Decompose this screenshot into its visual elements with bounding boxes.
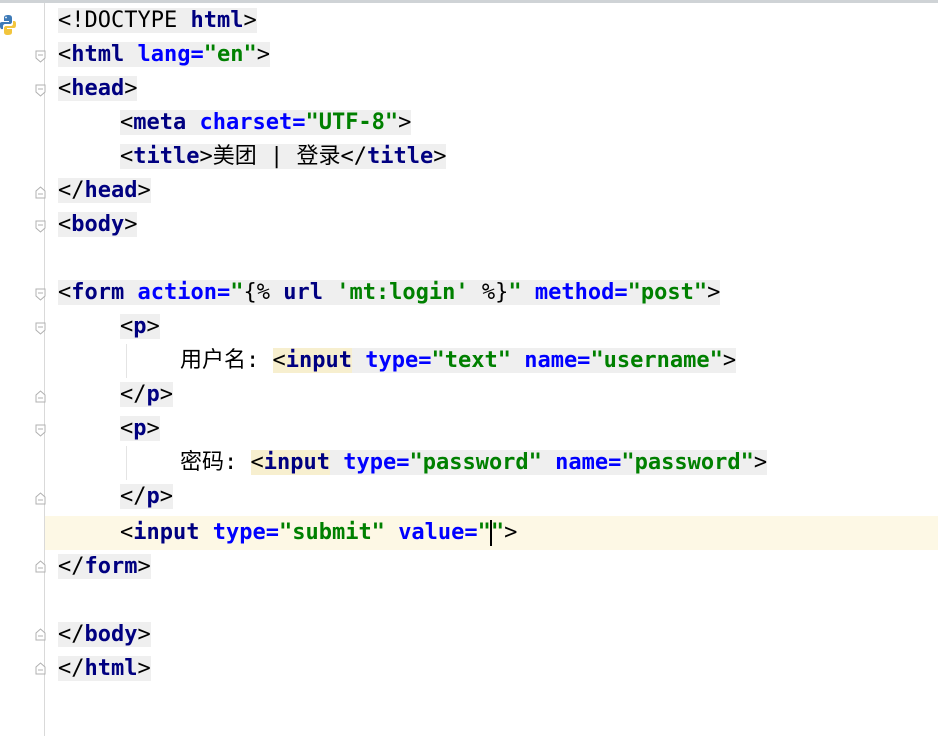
fold-close-icon[interactable] — [35, 560, 46, 573]
code-line-7[interactable]: <body> — [58, 208, 138, 242]
editor-top-border — [0, 0, 938, 3]
code-line-6[interactable]: </head> — [58, 174, 151, 208]
code-line-16[interactable]: <input type="submit" value=""> — [120, 516, 517, 550]
code-line-9[interactable]: <form action="{% url 'mt:login' %}" meth… — [58, 276, 721, 310]
fold-open-icon[interactable] — [35, 322, 46, 335]
code-line-19[interactable]: </body> — [58, 618, 151, 652]
python-icon — [0, 15, 16, 35]
code-line-14[interactable]: 密码: <input type="password" name="passwor… — [180, 446, 768, 480]
fold-close-icon[interactable] — [35, 662, 46, 675]
code-line-17[interactable]: </form> — [58, 550, 151, 584]
fold-open-icon[interactable] — [35, 84, 46, 97]
fold-close-icon[interactable] — [35, 186, 46, 199]
code-line-13[interactable]: <p> — [120, 412, 160, 446]
code-line-20[interactable]: </html> — [58, 652, 151, 686]
code-line-10[interactable]: <p> — [120, 310, 160, 344]
indent-guide — [126, 446, 127, 480]
code-line-15[interactable]: </p> — [120, 480, 173, 514]
fold-close-icon[interactable] — [35, 628, 46, 641]
code-line-1[interactable]: <!DOCTYPE html> — [58, 4, 257, 38]
fold-close-icon[interactable] — [35, 390, 46, 403]
code-line-5[interactable]: <title>美团 | 登录</title> — [120, 140, 447, 174]
code-line-3[interactable]: <head> — [58, 72, 138, 106]
fold-open-icon[interactable] — [35, 424, 46, 437]
fold-close-icon[interactable] — [35, 492, 46, 505]
code-line-12[interactable]: </p> — [120, 378, 173, 412]
fold-open-icon[interactable] — [35, 288, 46, 301]
fold-open-icon[interactable] — [35, 50, 46, 63]
editor-gutter[interactable] — [0, 3, 44, 736]
code-line-4[interactable]: <meta charset="UTF-8"> — [120, 106, 412, 140]
code-line-2[interactable]: <html lang="en"> — [58, 38, 270, 72]
code-editor[interactable]: <!DOCTYPE html> <html lang="en"> <head> … — [0, 0, 938, 736]
fold-open-icon[interactable] — [35, 220, 46, 233]
indent-guide — [126, 344, 127, 378]
gutter-separator — [44, 3, 45, 736]
code-line-11[interactable]: 用户名: <input type="text" name="username"> — [180, 344, 737, 378]
